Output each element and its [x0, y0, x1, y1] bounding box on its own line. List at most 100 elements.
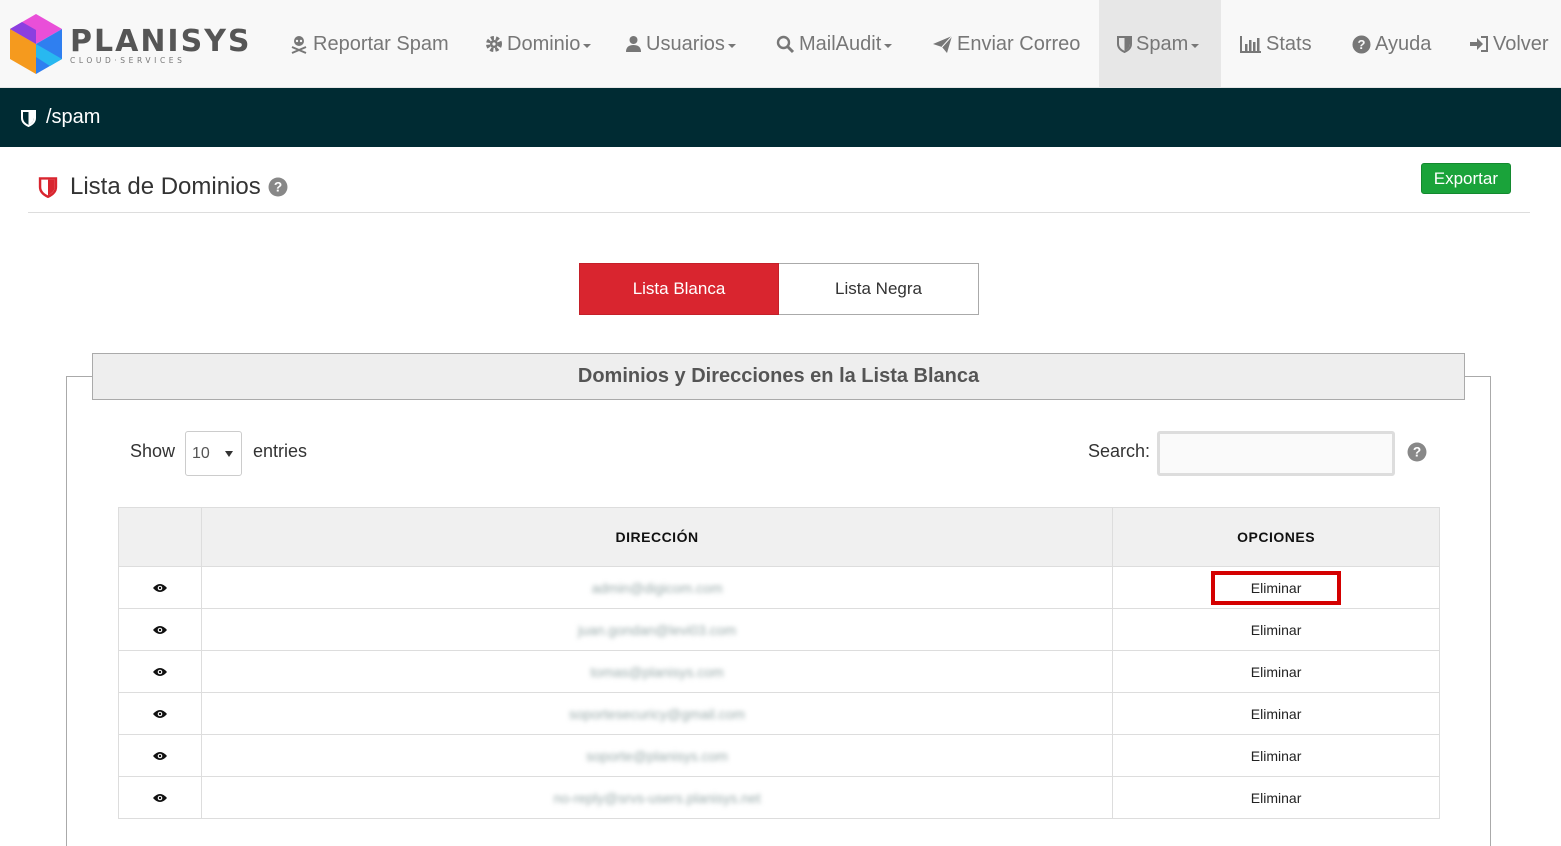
user-icon [626, 36, 641, 52]
paper-plane-icon [933, 35, 953, 53]
breadcrumb: /spam [0, 88, 1561, 147]
eye-icon[interactable] [152, 583, 168, 593]
eye-icon[interactable] [152, 793, 168, 803]
delete-button[interactable]: Eliminar [1251, 664, 1302, 680]
delete-button[interactable]: Eliminar [1251, 748, 1302, 764]
view-cell[interactable] [118, 608, 202, 651]
address-text: no-reply@srvs-users.planisys.net [553, 789, 761, 806]
delete-button[interactable]: Eliminar [1251, 790, 1302, 806]
nav-volver[interactable]: Volver [1469, 0, 1549, 88]
table-row: soportesecuricy@gmail.com Eliminar [118, 692, 1440, 735]
shield-icon [38, 177, 58, 198]
help-icon[interactable]: ? [268, 177, 288, 197]
entries-label: entries [253, 441, 308, 461]
address-cell: juan.gondan@levi03.com [200, 608, 1114, 651]
view-cell[interactable] [118, 734, 202, 777]
nav-enviar-correo[interactable]: Enviar Correo [932, 0, 1080, 88]
options-cell: Eliminar [1112, 734, 1440, 777]
column-header-view[interactable] [118, 507, 202, 567]
page-size-select[interactable]: 10 [185, 431, 242, 476]
panel-title: Dominios y Direcciones en la Lista Blanc… [92, 353, 1465, 400]
tab-lista-negra[interactable]: Lista Negra [779, 263, 979, 315]
eye-icon[interactable] [152, 667, 168, 677]
nav-reportar-spam[interactable]: Reportar Spam [289, 0, 449, 88]
column-header-direccion[interactable]: DIRECCIÓN [200, 507, 1114, 567]
view-cell[interactable] [118, 776, 202, 819]
nav-label: Stats [1266, 32, 1312, 55]
address-text: soportesecuricy@gmail.com [569, 705, 746, 722]
nav-ayuda[interactable]: ? Ayuda [1352, 0, 1431, 88]
svg-text:?: ? [1413, 445, 1421, 460]
search-label: Search: [1088, 441, 1151, 461]
shield-icon [21, 109, 36, 127]
options-cell: Eliminar [1112, 692, 1440, 735]
table-row: soporte@planisys.com Eliminar [118, 734, 1440, 777]
nav-label: Ayuda [1375, 32, 1432, 55]
page-header: Lista de Dominios ? Exportar [28, 147, 1530, 213]
options-cell: Eliminar [1112, 608, 1440, 651]
address-text: tomas@planisys.com [590, 663, 724, 680]
nav-label: MailAudit [799, 32, 882, 55]
nav-spam[interactable]: Spam [1099, 0, 1221, 88]
nav-usuarios[interactable]: Usuarios [625, 0, 736, 88]
skull-crossbones-icon [291, 36, 307, 54]
nav-label: Dominio [507, 32, 581, 55]
eye-icon[interactable] [152, 709, 168, 719]
nav-label: Volver [1493, 32, 1549, 55]
column-header-opciones[interactable]: OPCIONES [1112, 507, 1440, 567]
top-navbar: PLANISYS CLOUD·SERVICES Reportar Spam Do… [0, 0, 1561, 88]
show-label: Show [130, 441, 176, 461]
page-size-value: 10 [192, 444, 210, 462]
delete-button[interactable]: Eliminar [1251, 706, 1302, 722]
address-cell: soporte@planisys.com [200, 734, 1114, 777]
view-cell[interactable] [118, 692, 202, 735]
caret-down-icon [727, 43, 736, 48]
options-cell: Eliminar [1112, 566, 1440, 609]
whitelist-table: DIRECCIÓN OPCIONES admin@digicom.com Eli… [118, 507, 1440, 819]
address-text: admin@digicom.com [591, 579, 723, 596]
svg-text:?: ? [1358, 37, 1366, 52]
view-cell[interactable] [118, 650, 202, 693]
list-tabs: Lista Blanca Lista Negra [579, 263, 979, 315]
caret-down-icon [884, 43, 893, 48]
cube-logo-icon [10, 14, 62, 74]
search-icon [776, 35, 795, 53]
export-button[interactable]: Exportar [1420, 163, 1511, 194]
page-title: Lista de Dominios ? [38, 173, 288, 201]
brand-logo[interactable]: PLANISYS CLOUD·SERVICES [8, 12, 250, 76]
caret-down-icon [1191, 43, 1200, 48]
breadcrumb-path: /spam [46, 106, 101, 128]
nav-label: Enviar Correo [957, 32, 1081, 55]
delete-button[interactable]: Eliminar [1251, 622, 1302, 638]
eye-icon[interactable] [152, 751, 168, 761]
options-cell: Eliminar [1112, 776, 1440, 819]
table-row: admin@digicom.com Eliminar [118, 566, 1440, 609]
table-row: juan.gondan@levi03.com Eliminar [118, 608, 1440, 651]
svg-text:?: ? [274, 180, 282, 195]
nav-label: Usuarios [646, 32, 725, 55]
delete-button[interactable]: Eliminar [1210, 570, 1342, 605]
nav-label: Spam [1136, 32, 1189, 55]
address-text: juan.gondan@levi03.com [577, 621, 737, 638]
search-input[interactable] [1157, 431, 1395, 476]
help-icon[interactable]: ? [1407, 442, 1427, 462]
shield-icon [1117, 36, 1132, 53]
brand-name: PLANISYS [70, 24, 252, 59]
tab-lista-blanca[interactable]: Lista Blanca [579, 263, 779, 315]
caret-down-icon [583, 43, 592, 48]
table-row: tomas@planisys.com Eliminar [118, 650, 1440, 693]
caret-down-icon [225, 451, 233, 457]
page-title-text: Lista de Dominios [70, 173, 261, 200]
nav-stats[interactable]: Stats [1240, 0, 1312, 88]
eye-icon[interactable] [152, 625, 168, 635]
address-cell: soportesecuricy@gmail.com [200, 692, 1114, 735]
address-text: soporte@planisys.com [586, 747, 728, 764]
nav-dominio[interactable]: Dominio [485, 0, 592, 88]
question-circle-icon: ? [1352, 35, 1371, 53]
address-cell: no-reply@srvs-users.planisys.net [200, 776, 1114, 819]
options-cell: Eliminar [1112, 650, 1440, 693]
table-row: no-reply@srvs-users.planisys.net Elimina… [118, 776, 1440, 819]
view-cell[interactable] [118, 566, 202, 609]
gear-icon [486, 36, 502, 52]
nav-mailaudit[interactable]: MailAudit [776, 0, 893, 88]
